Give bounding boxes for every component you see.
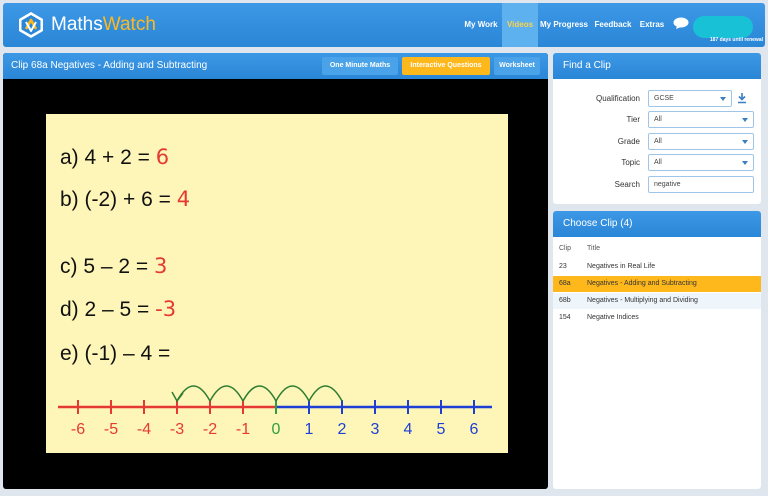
chat-bubble-icon[interactable] [673,17,689,29]
choose-clip-title: Choose Clip (4) [553,211,761,237]
nav-feedback[interactable]: Feedback [593,3,633,47]
nav-my-work[interactable]: My Work [462,3,500,47]
search-label: Search [614,180,640,189]
clip-number: 154 [559,314,571,321]
find-clip-title: Find a Clip [553,53,761,79]
video-whiteboard[interactable]: a) 4 + 2 = 6 b) (-2) + 6 = 4 c) 5 – 2 = … [46,114,508,453]
number-line-tick-label: 1 [305,421,314,438]
find-clip-panel: Find a Clip Qualification GCSE Tier All … [553,53,761,204]
number-line-tick-label: 0 [272,421,281,438]
qualification-row: Qualification GCSE [553,90,761,108]
grade-label: Grade [617,137,640,146]
top-navigation-bar: MathsWatch My Work Videos My Progress Fe… [3,3,765,47]
jump-arc [275,385,310,402]
number-line-tick-label: -1 [236,421,250,438]
tier-value: All [654,116,662,123]
mathswatch-logo-icon [19,12,43,38]
number-line-tick-label: -3 [170,421,184,438]
jump-arc [209,385,244,402]
grade-row: Grade All [553,133,761,151]
column-header-title: Title [587,245,600,252]
table-row[interactable]: 68b Negatives - Multiplying and Dividing [553,293,761,309]
clip-title-cell: Negatives in Real Life [587,263,656,270]
tab-one-minute-maths[interactable]: One Minute Maths [322,57,398,75]
video-panel: Clip 68a Negatives - Adding and Subtract… [3,53,548,489]
topic-select[interactable]: All [648,154,754,171]
clip-title-cell: Negative Indices [587,314,639,321]
chevron-down-icon [720,97,726,101]
number-line-tick-label: -6 [71,421,85,438]
number-line-tick-label: 3 [371,421,380,438]
jump-arc [308,385,343,402]
renewal-countdown: 187 days until renewal [709,37,763,43]
number-line-tick-label: 2 [338,421,347,438]
tab-worksheet[interactable]: Worksheet [494,57,540,75]
number-line: -6 -5 -4 -3 -2 -1 0 1 2 3 4 5 6 [58,385,492,438]
chevron-down-icon [742,140,748,144]
chevron-down-icon [742,118,748,122]
search-row: Search negative [553,176,761,194]
clip-table-header: Clip Title [553,241,761,255]
clip-number: 23 [559,263,567,270]
logo-text: MathsWatch [51,14,156,36]
clip-title-cell: Negatives - Multiplying and Dividing [587,297,698,304]
number-line-tick-label: 5 [437,421,446,438]
topic-value: All [654,159,662,166]
download-icon[interactable] [736,92,748,104]
logo-text-maths: Maths [51,14,103,35]
clip-title-cell: Negatives - Adding and Subtracting [587,280,697,287]
tab-interactive-questions[interactable]: Interactive Questions [402,57,490,75]
grade-select[interactable]: All [648,133,754,150]
search-value: negative [654,181,681,188]
table-row[interactable]: 23 Negatives in Real Life [553,259,761,275]
search-input[interactable]: negative [648,176,754,193]
table-row[interactable]: 154 Negative Indices [553,310,761,326]
user-account-badge[interactable] [693,16,753,38]
grade-value: All [654,138,662,145]
table-row-selected[interactable]: 68a Negatives - Adding and Subtracting [553,276,761,292]
number-line-tick-label: 4 [404,421,413,438]
topic-label: Topic [621,158,640,167]
clip-number: 68b [559,297,571,304]
tier-row: Tier All [553,111,761,129]
chevron-down-icon [742,161,748,165]
video-header: Clip 68a Negatives - Adding and Subtract… [3,53,548,79]
number-line-tick-label: -2 [203,421,217,438]
tier-select[interactable]: All [648,111,754,128]
topic-row: Topic All [553,154,761,172]
column-header-clip: Clip [559,245,572,252]
qualification-select[interactable]: GCSE [648,90,732,107]
jump-arc [242,385,277,402]
nav-videos[interactable]: Videos [502,3,538,47]
tier-label: Tier [626,115,640,124]
qualification-value: GCSE [654,95,674,102]
nav-my-progress[interactable]: My Progress [539,3,589,47]
qualification-label: Qualification [595,94,640,103]
nav-extras[interactable]: Extras [637,3,667,47]
logo-text-watch: Watch [102,14,156,35]
mathswatch-logo[interactable]: MathsWatch [13,10,163,40]
number-line-tick-label: 6 [470,421,479,438]
choose-clip-panel: Choose Clip (4) Clip Title 23 Negatives … [553,211,761,489]
number-line-tick-label: -4 [137,421,151,438]
clip-number: 68a [559,280,571,287]
number-line-tick-label: -5 [104,421,118,438]
clip-title: Clip 68a Negatives - Adding and Subtract… [11,60,208,71]
